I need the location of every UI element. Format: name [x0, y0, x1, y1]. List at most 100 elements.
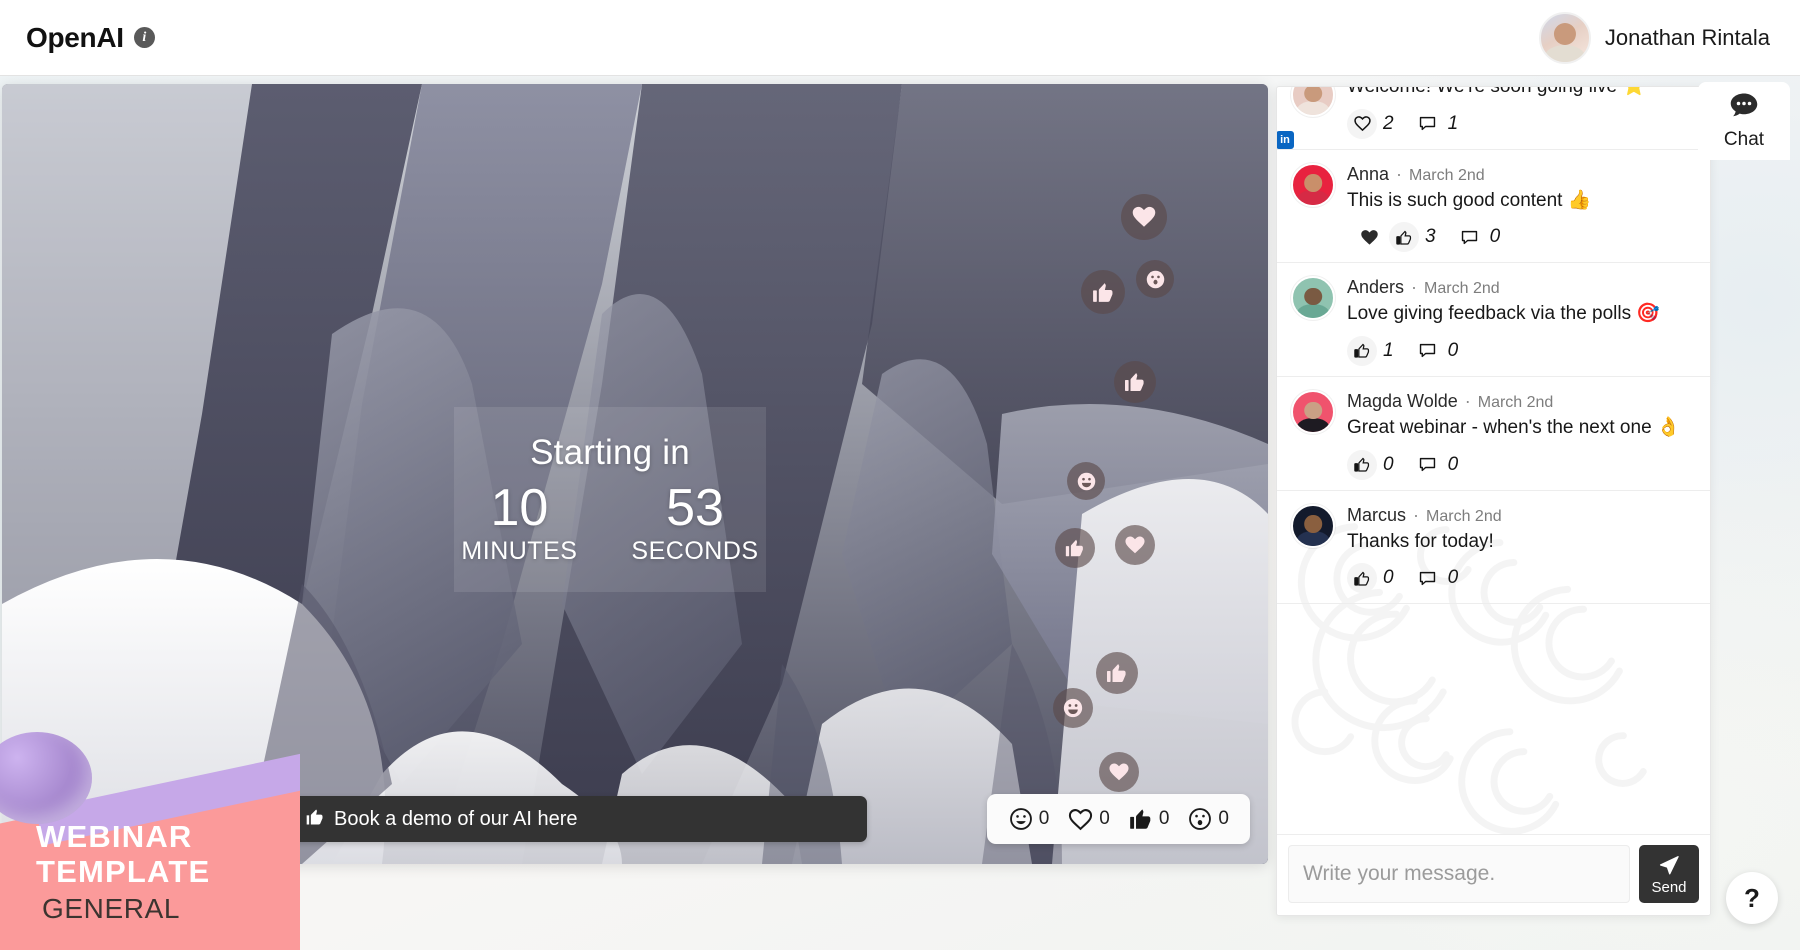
chat-message[interactable]: inWelcome! We're soon going live ⭐21 [1277, 87, 1710, 150]
reaction-bar[interactable]: 0 0 0 0 [986, 794, 1250, 844]
chat-bubble-icon [1729, 92, 1759, 125]
action-icon-wrap [1355, 223, 1383, 251]
countdown-overlay: Starting in 10 MINUTES 53 SECONDS [454, 407, 766, 592]
comment-icon [1418, 455, 1437, 474]
message-header: Anna · March 2nd [1347, 164, 1696, 185]
comment-icon [1460, 228, 1479, 247]
message-header: Anders · March 2nd [1347, 277, 1696, 298]
message-body: Anna · March 2nd This is such good conten… [1347, 163, 1696, 253]
message-body: Welcome! We're soon going live ⭐21 [1347, 87, 1696, 139]
action-icon-wrap [1414, 451, 1442, 479]
message-date: March 2nd [1424, 280, 1500, 298]
comment-icon [1418, 341, 1437, 360]
message-body: Magda Wolde · March 2nd Great webinar - w… [1347, 390, 1696, 480]
action-comment[interactable]: 0 [1406, 337, 1465, 365]
action-count: 0 [1489, 226, 1501, 248]
chat-message[interactable]: Anna · March 2nd This is such good conten… [1277, 150, 1710, 264]
message-author: Marcus [1347, 504, 1407, 525]
comment-icon [1418, 569, 1437, 588]
thumbs-up-icon [305, 807, 325, 832]
chat-message[interactable]: Anders · March 2nd Love giving feedback v… [1277, 263, 1710, 377]
message-text: Great webinar - when's the next one 👌 [1347, 416, 1681, 438]
thumbsup-icon [1123, 370, 1147, 394]
action-thumbsup-outline[interactable]: 1 [1347, 335, 1400, 366]
countdown-minutes-value: 10 [490, 478, 549, 537]
message-actions: 30 [1347, 222, 1696, 253]
message-actions: 00 [1347, 563, 1696, 594]
send-label: Send [1651, 878, 1687, 896]
smile-icon [1062, 697, 1084, 719]
message-body: Anders · March 2nd Love giving feedback v… [1347, 276, 1696, 366]
help-button[interactable]: ? [1726, 872, 1778, 924]
action-heart-filled[interactable] [1347, 223, 1383, 251]
thumbsup-outline-icon [1353, 341, 1372, 360]
info-icon[interactable]: i [133, 27, 155, 48]
action-count: 2 [1383, 112, 1394, 134]
countdown-seconds-label: SECONDS [631, 537, 759, 566]
message-avatar [1291, 503, 1335, 548]
message-date: March 2nd [1409, 166, 1485, 184]
app-root: OpenAI i Jonathan Rintala Starting in 10… [0, 0, 1800, 950]
message-avatar [1291, 87, 1335, 117]
thumbsup-icon [1091, 280, 1116, 305]
message-body: Marcus · March 2nd Thanks for today! 0 0 [1347, 504, 1696, 594]
action-thumbsup-outline[interactable]: 3 [1389, 222, 1442, 253]
reaction-heart-button[interactable]: 0 [1060, 806, 1117, 833]
chat-message-list[interactable]: inWelcome! We're soon going live ⭐21 Anna… [1277, 87, 1710, 834]
action-icon-wrap [1414, 564, 1442, 592]
message-avatar [1291, 162, 1335, 207]
chat-message[interactable]: Marcus · March 2nd Thanks for today! 0 0 [1277, 491, 1710, 605]
message-actions: 00 [1347, 449, 1696, 480]
thumbsup-outline-icon [1395, 228, 1414, 247]
message-avatar [1291, 389, 1335, 434]
user-name: Jonathan Rintala [1604, 24, 1770, 50]
message-author: Anders [1347, 277, 1405, 298]
user-menu[interactable]: Jonathan Rintala [1538, 11, 1770, 64]
action-count: 3 [1425, 226, 1436, 248]
reaction-wow-button[interactable]: 0 [1180, 806, 1236, 832]
tab-chat[interactable]: Chat [1698, 82, 1790, 160]
action-comment[interactable]: 0 [1406, 451, 1465, 479]
heart-outline-icon [1353, 114, 1372, 133]
message-input[interactable] [1288, 845, 1630, 903]
reaction-heart-count: 0 [1099, 808, 1110, 829]
heart-icon [1124, 534, 1146, 556]
action-icon-wrap [1347, 449, 1377, 480]
action-heart-outline[interactable]: 2 [1347, 108, 1400, 139]
message-separator: · [1391, 163, 1408, 184]
thumbsup-outline-icon [1353, 569, 1372, 588]
reaction-thumbsup-button[interactable]: 0 [1121, 806, 1177, 832]
action-icon-wrap [1456, 223, 1484, 251]
message-date: March 2nd [1477, 393, 1554, 411]
top-bar: OpenAI i Jonathan Rintala [0, 0, 1800, 76]
action-comment[interactable]: 1 [1406, 110, 1465, 138]
floating-thumbsup-icon [1096, 652, 1138, 694]
thumbsup-outline-icon [1353, 455, 1372, 474]
reaction-smile-button[interactable]: 0 [1001, 806, 1057, 832]
action-comment[interactable]: 0 [1406, 564, 1465, 592]
send-button[interactable]: Send [1639, 845, 1699, 903]
action-count: 0 [1447, 339, 1459, 361]
message-date: March 2nd [1426, 507, 1502, 525]
message-header: Magda Wolde · March 2nd [1347, 391, 1696, 412]
action-comment[interactable]: 0 [1448, 223, 1507, 251]
message-text: Love giving feedback via the polls 🎯 [1347, 303, 1661, 325]
message-header: Marcus · March 2nd [1347, 505, 1696, 526]
comment-icon [1418, 114, 1437, 133]
message-separator: · [1459, 390, 1476, 411]
floating-heart-icon [1099, 752, 1139, 792]
countdown-minutes-label: MINUTES [461, 537, 578, 566]
floating-heart-icon [1121, 194, 1167, 240]
floating-thumbsup-icon [1114, 361, 1156, 403]
action-thumbsup-outline[interactable]: 0 [1347, 449, 1400, 480]
cta-banner[interactable]: Book a demo of our AI here [289, 796, 867, 842]
message-author: Magda Wolde [1347, 390, 1458, 411]
action-icon-wrap [1347, 108, 1377, 139]
chat-message[interactable]: Magda Wolde · March 2nd Great webinar - w… [1277, 377, 1710, 491]
thumbsup-icon [1064, 537, 1086, 559]
reaction-smile-count: 0 [1038, 808, 1050, 829]
action-thumbsup-outline[interactable]: 0 [1347, 563, 1400, 594]
video-stage[interactable]: Starting in 10 MINUTES 53 SECONDS Book a… [2, 84, 1268, 864]
message-author: Anna [1347, 163, 1390, 184]
thumbsup-icon [1105, 661, 1129, 685]
